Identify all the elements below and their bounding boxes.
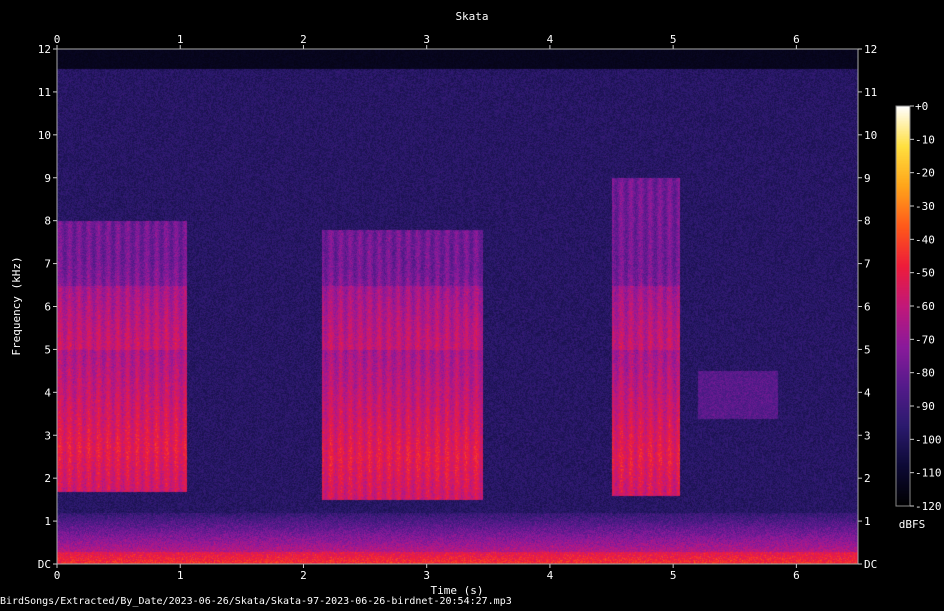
y-tick-label-right: 12 [864, 43, 877, 56]
colorbar-tick-label: -20 [915, 167, 935, 180]
colorbar-tick-label: -80 [915, 367, 935, 380]
y-tick-label-left: 8 [44, 215, 51, 228]
y-tick-label-left: 4 [44, 386, 51, 399]
y-tick-label-left: 9 [44, 172, 51, 185]
colorbar-tick-label: -30 [915, 200, 935, 213]
axis-ticks: 00112233445566DC DC1 12 23 34 45 56 67 78 89 910 10… [38, 33, 878, 582]
x-tick-label-bottom: 0 [54, 569, 61, 582]
y-tick-label-left: 5 [44, 343, 51, 356]
y-tick-label-right: 8 [864, 215, 871, 228]
y-tick-label-right: 6 [864, 301, 871, 314]
y-tick-label-left: DC [38, 558, 51, 571]
y-tick-label-left: 12 [38, 43, 51, 56]
chart-title: Skata [455, 10, 488, 23]
y-tick-label-left: 6 [44, 301, 51, 314]
x-tick-label-bottom: 2 [300, 569, 307, 582]
x-tick-label-bottom: 6 [793, 569, 800, 582]
y-tick-label-left: 3 [44, 429, 51, 442]
colorbar-tick-label: -70 [915, 333, 935, 346]
x-tick-label-top: 2 [300, 33, 307, 46]
y-tick-label-left: 7 [44, 258, 51, 271]
y-tick-label-right: 7 [864, 258, 871, 271]
colorbar-tick-label: -50 [915, 267, 935, 280]
colorbar-tick-label: -110 [915, 467, 942, 480]
x-tick-label-bottom: 5 [670, 569, 677, 582]
y-tick-label-left: 10 [38, 129, 51, 142]
y-tick-label-right: 4 [864, 386, 871, 399]
colorbar-tick-label: -100 [915, 433, 942, 446]
x-tick-label-bottom: 4 [547, 569, 554, 582]
x-tick-label-top: 1 [177, 33, 184, 46]
y-tick-label-right: 10 [864, 129, 877, 142]
y-tick-label-right: 1 [864, 515, 871, 528]
y-tick-label-left: 1 [44, 515, 51, 528]
y-tick-label-right: 2 [864, 472, 871, 485]
colorbar-tick-label: -120 [915, 500, 942, 513]
chart-svg: Skata 00112233445566DC DC1 12 23 34 45 56 67 78 8… [10, 10, 942, 597]
y-tick-label-right: 3 [864, 429, 871, 442]
colorbar-label: dBFS [899, 518, 926, 531]
y-tick-label-left: 11 [38, 86, 51, 99]
colorbar-ticks: +0 -10 -20 -30 -40 -50 -60 -70 -80 -90 -100 -110 -12… [910, 100, 942, 513]
x-tick-label-top: 5 [670, 33, 677, 46]
colorbar-tick-label: -90 [915, 400, 935, 413]
colorbar-tick-label: +0 [915, 100, 928, 113]
y-tick-label-right: 5 [864, 343, 871, 356]
x-tick-label-bottom: 1 [177, 569, 184, 582]
colorbar-tick-label: -60 [915, 300, 935, 313]
colorbar-tick-label: -40 [915, 233, 935, 246]
x-tick-label-bottom: 3 [423, 569, 430, 582]
x-tick-label-top: 4 [547, 33, 554, 46]
x-tick-label-top: 3 [423, 33, 430, 46]
colorbar-tick-label: -10 [915, 133, 935, 146]
y-axis-label: Frequency (kHz) [10, 256, 23, 355]
y-tick-label-right: 9 [864, 172, 871, 185]
y-tick-label-right: DC [864, 558, 877, 571]
y-tick-label-left: 2 [44, 472, 51, 485]
colorbar-frame [895, 105, 911, 507]
x-tick-label-top: 6 [793, 33, 800, 46]
x-tick-label-top: 0 [54, 33, 61, 46]
y-tick-label-right: 11 [864, 86, 877, 99]
plot-frame [56, 48, 859, 565]
file-path: BirdSongs/Extracted/By_Date/2023-06-26/S… [0, 596, 512, 607]
